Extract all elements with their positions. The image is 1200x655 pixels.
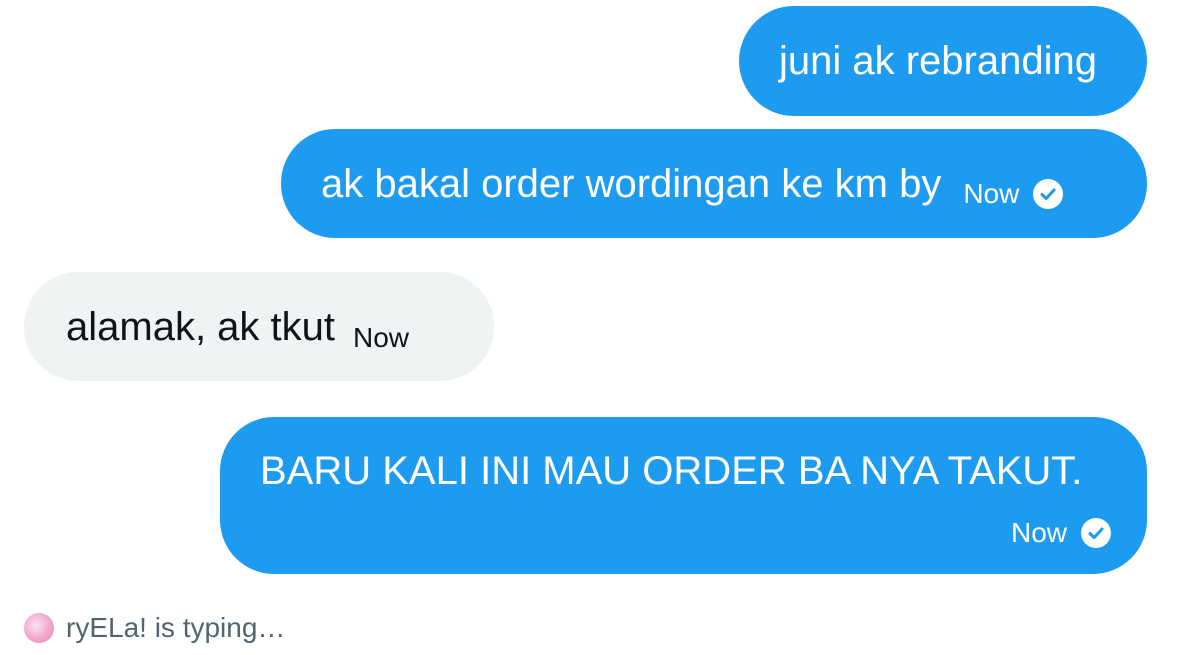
message-text: ak bakal order wordingan ke km by	[321, 161, 942, 206]
message-timestamp: Now	[963, 177, 1020, 209]
message-timestamp: Now	[1010, 517, 1067, 548]
check-circle-icon	[1033, 178, 1064, 209]
message-timestamp: Now	[353, 321, 410, 353]
message-meta: Now	[1011, 517, 1111, 549]
message-text: alamak, ak tkut	[66, 304, 336, 349]
avatar[interactable]	[24, 613, 54, 643]
check-circle-icon	[1081, 518, 1111, 548]
typing-indicator: ryELa! is typing…	[24, 612, 285, 644]
message-text: BARU KALI INI MAU ORDER BA NYA TAKUT.	[260, 449, 1083, 493]
message-bubble-received[interactable]: alamak, ak tkut Now	[24, 272, 494, 381]
message-bubble-sent[interactable]: ak bakal order wordingan ke km by Now	[281, 129, 1147, 238]
typing-text: ryELa! is typing…	[66, 612, 286, 643]
message-bubble-sent[interactable]: BARU KALI INI MAU ORDER BA NYA TAKUT. No…	[220, 417, 1147, 574]
dm-thread: juni ak rebranding ak bakal order wordin…	[0, 0, 1200, 655]
message-meta: Now	[353, 322, 409, 354]
message-bubble-sent[interactable]: juni ak rebranding	[739, 6, 1147, 116]
message-text: juni ak rebranding	[779, 39, 1097, 83]
message-meta: Now	[963, 177, 1064, 210]
